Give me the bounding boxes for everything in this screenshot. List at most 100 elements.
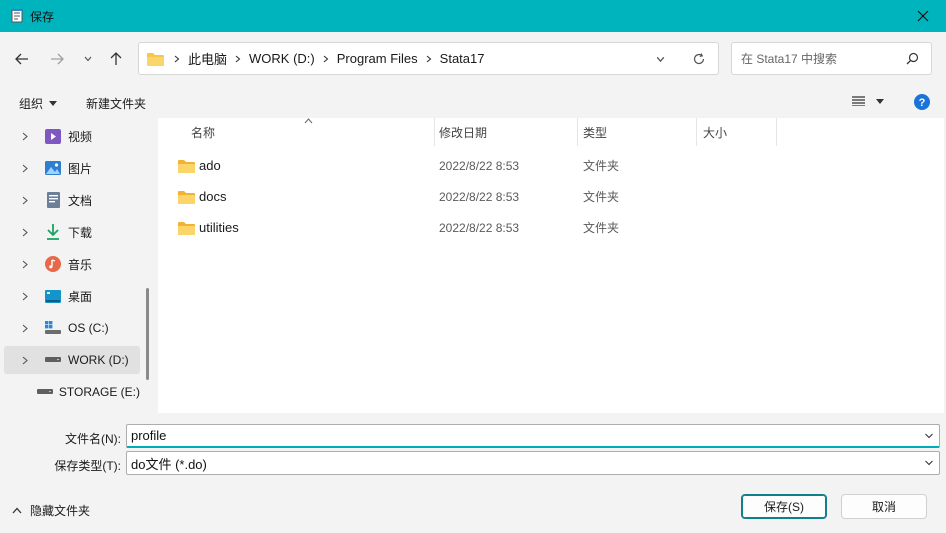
file-type: 文件夹 — [583, 221, 620, 235]
column-header-date[interactable]: 修改日期 — [439, 118, 577, 146]
chevron-right-icon[interactable] — [18, 164, 32, 173]
chevron-right-icon[interactable] — [18, 228, 32, 237]
column-header-size[interactable]: 大小 — [703, 118, 776, 146]
sidebar-scrollbar[interactable] — [146, 288, 149, 380]
drive-icon — [36, 383, 53, 401]
file-date: 2022/8/22 8:53 — [439, 158, 520, 173]
address-row: 此电脑 WORK (D:) Program Files Stata17 — [0, 32, 946, 86]
sidebar-item-pictures[interactable]: 图片 — [4, 154, 140, 182]
file-name-cell: utilities — [178, 212, 239, 243]
window-title: 保存 — [30, 9, 55, 24]
chevron-right-icon — [323, 55, 329, 63]
filetype-dropdown-button[interactable] — [923, 457, 935, 469]
address-bar[interactable]: 此电脑 WORK (D:) Program Files Stata17 — [138, 42, 719, 75]
sidebar-item-label: 文档 — [68, 193, 93, 208]
new-folder-button[interactable]: 新建文件夹 — [86, 95, 146, 112]
breadcrumb-stata17[interactable]: Stata17 — [440, 51, 485, 66]
filename-combobox[interactable] — [126, 424, 940, 448]
pictures-icon — [44, 159, 62, 177]
sidebar-item-label: 图片 — [68, 161, 93, 176]
chevron-down-icon — [84, 56, 92, 62]
cancel-button[interactable]: 取消 — [841, 494, 927, 519]
arrow-up-icon — [110, 52, 122, 65]
column-divider[interactable] — [577, 118, 578, 146]
close-button[interactable] — [900, 0, 946, 32]
folder-icon — [178, 221, 195, 235]
close-icon — [917, 10, 929, 22]
filetype-select[interactable]: do文件 (*.do) — [126, 451, 940, 475]
file-name: utilities — [199, 220, 239, 235]
chevron-right-icon[interactable] — [18, 356, 32, 365]
back-button[interactable] — [11, 48, 33, 70]
chevron-right-icon — [174, 55, 180, 63]
column-divider[interactable] — [434, 118, 435, 146]
column-divider[interactable] — [776, 118, 777, 146]
sidebar-item-documents[interactable]: 文档 — [4, 186, 140, 214]
breadcrumb-this-pc[interactable]: 此电脑 — [188, 49, 227, 68]
sidebar-item-label: WORK (D:) — [68, 353, 129, 367]
search-box[interactable] — [731, 42, 932, 75]
help-button[interactable]: ? — [914, 94, 930, 110]
sidebar-item-storage-drive[interactable]: STORAGE (E:) — [4, 378, 140, 406]
column-header-type[interactable]: 类型 — [583, 118, 696, 146]
sidebar-item-music[interactable]: 音乐 — [4, 250, 140, 278]
drive-icon — [44, 351, 62, 369]
documents-icon — [44, 191, 62, 209]
caret-down-icon — [49, 101, 58, 106]
folder-icon — [178, 159, 195, 173]
file-list[interactable]: 名称 修改日期 类型 大小 ado 2022/8/22 8:53 文件夹 doc… — [158, 118, 944, 413]
view-options-button[interactable] — [852, 96, 884, 106]
filename-dropdown-button[interactable] — [923, 430, 935, 442]
file-row-utilities[interactable]: utilities 2022/8/22 8:53 文件夹 — [158, 212, 944, 243]
breadcrumb-work-drive[interactable]: WORK (D:) — [249, 51, 315, 66]
column-header-label: 类型 — [583, 125, 608, 140]
organize-menu-button[interactable]: 组织 — [19, 95, 58, 112]
video-icon — [44, 127, 62, 145]
sidebar-item-label: 音乐 — [68, 257, 93, 272]
chevron-right-icon[interactable] — [18, 292, 32, 301]
column-header-name[interactable]: 名称 — [191, 118, 434, 146]
filename-input[interactable] — [127, 428, 907, 443]
refresh-button[interactable] — [692, 52, 706, 66]
sidebar-item-videos[interactable]: 视频 — [4, 122, 140, 150]
hide-folders-toggle[interactable]: 隐藏文件夹 — [12, 502, 90, 519]
forward-button[interactable] — [46, 48, 68, 70]
file-name: docs — [199, 189, 227, 204]
sidebar-item-label: 桌面 — [68, 289, 93, 304]
chevron-right-icon[interactable] — [18, 196, 32, 205]
breadcrumb-program-files[interactable]: Program Files — [337, 51, 418, 66]
file-row-docs[interactable]: docs 2022/8/22 8:53 文件夹 — [158, 181, 944, 212]
up-button[interactable] — [105, 48, 127, 70]
sidebar-item-label: OS (C:) — [68, 321, 109, 335]
caret-down-icon — [876, 98, 884, 104]
chevron-right-icon[interactable] — [18, 132, 32, 141]
search-input[interactable] — [741, 51, 901, 66]
chevron-down-icon — [925, 433, 933, 439]
column-header-label: 名称 — [191, 125, 216, 140]
download-icon — [44, 223, 62, 241]
column-divider[interactable] — [696, 118, 697, 146]
recent-locations-button[interactable] — [77, 48, 99, 70]
music-icon — [44, 255, 62, 273]
save-button[interactable]: 保存(S) — [741, 494, 827, 519]
chevron-right-icon[interactable] — [18, 260, 32, 269]
address-dropdown-button[interactable] — [655, 54, 666, 65]
sidebar-item-downloads[interactable]: 下载 — [4, 218, 140, 246]
sidebar-item-os-drive[interactable]: OS (C:) — [4, 314, 140, 342]
chevron-right-icon — [426, 55, 432, 63]
svg-text:?: ? — [919, 97, 926, 109]
organize-label: 组织 — [19, 97, 44, 111]
chevron-down-icon — [925, 460, 933, 466]
windows-drive-icon — [44, 319, 62, 337]
navigation-pane[interactable]: 视频 图片 文档 下载 音乐 桌面 OS (C:) WORK (D:) STOR — [0, 118, 158, 413]
filetype-label: 保存类型(T): — [54, 459, 121, 473]
file-name: ado — [199, 158, 221, 173]
chevron-right-icon[interactable] — [18, 324, 32, 333]
file-row-ado[interactable]: ado 2022/8/22 8:53 文件夹 — [158, 150, 944, 181]
file-name-cell: ado — [178, 150, 221, 181]
sidebar-item-desktop[interactable]: 桌面 — [4, 282, 140, 310]
command-bar: 组织 新建文件夹 ? — [0, 86, 946, 118]
sidebar-item-label: STORAGE (E:) — [58, 385, 140, 399]
sidebar-item-work-drive[interactable]: WORK (D:) — [4, 346, 140, 374]
chevron-up-icon — [12, 507, 22, 514]
